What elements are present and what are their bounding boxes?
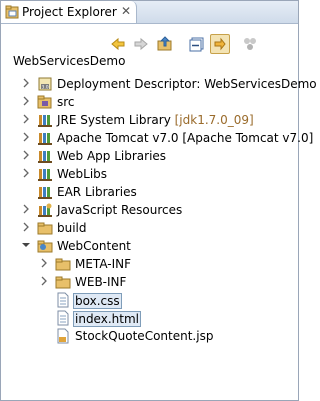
expand-arrow-icon[interactable] — [21, 150, 31, 160]
javascript-resources-icon — [38, 203, 52, 217]
expand-arrow-icon[interactable] — [21, 132, 31, 142]
tree-item-index-html[interactable]: index.html — [1, 309, 291, 327]
project-label: WebServicesDemo — [13, 54, 126, 68]
source-folder-icon — [37, 95, 52, 109]
tree-item-label: box.css — [73, 293, 122, 309]
tree-item-build[interactable]: build — [1, 219, 291, 237]
library-icon — [38, 169, 52, 181]
folder-icon — [55, 276, 71, 289]
expand-arrow-icon[interactable] — [39, 258, 49, 268]
web-folder-icon — [37, 240, 53, 253]
library-icon — [38, 133, 52, 145]
tree-item-label: StockQuoteContent.jsp — [75, 329, 214, 343]
tree-item-ear-libraries[interactable]: EAR Libraries — [1, 183, 291, 201]
html-file-icon — [57, 310, 69, 326]
tab-title: Project Explorer — [22, 5, 117, 19]
library-icon — [38, 187, 52, 199]
tree-item-label: WebContent — [57, 239, 131, 253]
jsp-file-icon — [57, 328, 69, 344]
tree-item-src[interactable]: src — [1, 93, 291, 111]
collapse-arrow-icon[interactable] — [21, 240, 31, 250]
tree-item-stockquotecontent-jsp[interactable]: StockQuoteContent.jsp — [1, 327, 291, 345]
link-with-editor-icon[interactable] — [210, 34, 230, 54]
library-icon — [38, 151, 52, 163]
tree-item-decoration: [jdk1.7.0_09] — [174, 113, 254, 127]
tree-item-meta-inf[interactable]: META-INF — [1, 255, 291, 273]
forward-icon[interactable] — [132, 35, 150, 53]
view-toolbar — [1, 24, 298, 54]
expand-arrow-icon[interactable] — [21, 168, 31, 178]
expand-arrow-icon[interactable] — [21, 96, 31, 106]
tree-item-label: index.html — [73, 311, 141, 327]
tree-item-label: WebLibs — [57, 167, 108, 181]
tree-item-apache-tomcat[interactable]: Apache Tomcat v7.0 [Apache Tomcat v7.0] — [1, 129, 313, 147]
tree-item-deployment-descriptor[interactable]: 3.0 Deployment Descriptor: WebServicesDe… — [1, 75, 317, 93]
view-menu-icon[interactable] — [241, 35, 259, 53]
project-explorer-view: Project Explorer ✕ WebServicesDemo 3.0 D… — [0, 0, 317, 401]
tree-item-label: build — [57, 221, 87, 235]
tree-item-web-app-libraries[interactable]: Web App Libraries — [1, 147, 291, 165]
folder-icon — [37, 222, 53, 235]
project-explorer-icon — [5, 5, 19, 19]
tree-item-label: JRE System Library [jdk1.7.0_09] — [57, 113, 254, 127]
tree-item-label: JavaScript Resources — [57, 203, 183, 217]
expand-arrow-icon[interactable] — [21, 114, 31, 124]
tree-item-webcontent[interactable]: WebContent — [1, 237, 291, 255]
library-icon — [38, 115, 52, 127]
tree-item-label: Deployment Descriptor: WebServicesDemo — [57, 77, 317, 91]
collapse-all-icon[interactable] — [188, 35, 206, 53]
expand-arrow-icon[interactable] — [21, 222, 31, 232]
tree-item-weblibs[interactable]: WebLibs — [1, 165, 291, 183]
tree-item-jre-system-library[interactable]: JRE System Library [jdk1.7.0_09] — [1, 111, 291, 129]
tree-item-label: EAR Libraries — [57, 185, 137, 199]
tree-item-label: WEB-INF — [75, 275, 127, 289]
tree-item-box-css[interactable]: box.css — [1, 291, 291, 309]
tree-item-label: Apache Tomcat v7.0 [Apache Tomcat v7.0] — [57, 131, 314, 145]
up-folder-icon[interactable] — [156, 35, 174, 53]
expand-arrow-icon[interactable] — [39, 276, 49, 286]
tab-project-explorer[interactable]: Project Explorer ✕ — [1, 1, 137, 23]
close-icon[interactable]: ✕ — [120, 4, 132, 18]
tree-item-label: src — [57, 95, 75, 109]
svg-text:3.0: 3.0 — [42, 85, 49, 91]
tree-item-web-inf[interactable]: WEB-INF — [1, 273, 291, 291]
css-file-icon — [57, 292, 69, 308]
tree-item-label: Web App Libraries — [57, 149, 167, 163]
deployment-descriptor-icon: 3.0 — [38, 77, 52, 91]
back-icon[interactable] — [109, 35, 127, 53]
tree-item-label: META-INF — [75, 257, 132, 271]
tree-item-javascript-resources[interactable]: JavaScript Resources — [1, 201, 291, 219]
expand-arrow-icon[interactable] — [21, 204, 31, 214]
expand-arrow-icon[interactable] — [21, 78, 31, 88]
folder-icon — [55, 258, 71, 271]
view-tab-bar: Project Explorer ✕ — [1, 1, 298, 24]
